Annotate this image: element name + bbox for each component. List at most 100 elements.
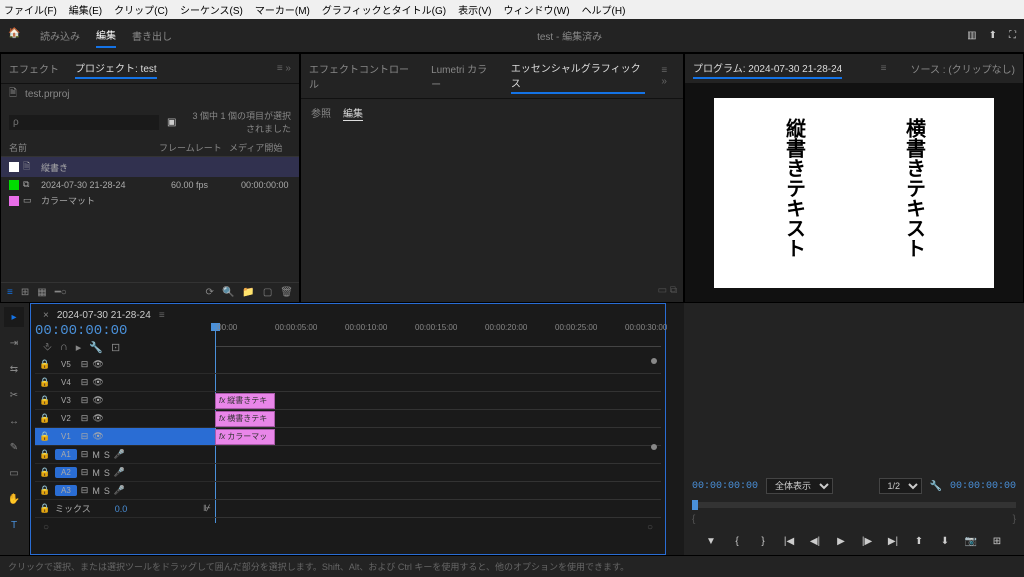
slip-tool-icon[interactable]: ↔ bbox=[4, 411, 24, 431]
pen-tool-icon[interactable]: ✎ bbox=[4, 437, 24, 457]
go-to-out-icon[interactable]: ▶| bbox=[885, 533, 901, 549]
wrench-icon[interactable]: 🔧 bbox=[89, 341, 103, 354]
rectangle-tool-icon[interactable]: ▭ bbox=[4, 463, 24, 483]
zoom-select[interactable]: 全体表示 bbox=[766, 478, 833, 494]
play-icon[interactable]: ▶ bbox=[833, 533, 849, 549]
program-controls: 00:00:00:00 全体表示 1/2 🔧 00:00:00:00 {} ▼ … bbox=[684, 303, 1024, 555]
audio-meter bbox=[666, 303, 684, 555]
bin-item[interactable]: ▭ カラーマット bbox=[1, 192, 299, 209]
extract-icon[interactable]: ⬇ bbox=[937, 533, 953, 549]
tab-effect-controls[interactable]: エフェクトコントロール bbox=[309, 59, 415, 93]
tab-program[interactable]: プログラム: 2024-07-30 21-28-24 bbox=[693, 58, 842, 79]
menu-graphics[interactable]: グラフィックとタイトル(G) bbox=[322, 2, 446, 17]
new-layer-icon[interactable]: ▭ bbox=[658, 285, 667, 296]
program-time-duration: 00:00:00:00 bbox=[950, 481, 1016, 492]
menu-sequence[interactable]: シーケンス(S) bbox=[180, 2, 243, 17]
sequence-tab[interactable]: 2024-07-30 21-28-24 bbox=[57, 310, 151, 321]
tab-lumetri[interactable]: Lumetri カラー bbox=[431, 59, 495, 93]
resolution-select[interactable]: 1/2 bbox=[879, 478, 922, 494]
menu-file[interactable]: ファイル(F) bbox=[4, 2, 57, 17]
timeline-playhead-time[interactable]: 00:00:00:00 bbox=[35, 323, 215, 339]
col-name[interactable]: 名前 bbox=[9, 141, 159, 154]
track-a1-header[interactable]: 🔒A1⊟MS🎤 bbox=[35, 446, 215, 464]
snap-icon[interactable]: ⎀ bbox=[43, 341, 52, 354]
hand-tool-icon[interactable]: ✋ bbox=[4, 489, 24, 509]
selection-info: 3 個中 1 個の項目が選択されました bbox=[184, 109, 291, 135]
export-frame-icon[interactable]: 📷 bbox=[963, 533, 979, 549]
col-fps[interactable]: フレームレート bbox=[159, 141, 229, 154]
icon-view-icon[interactable]: ⊞ bbox=[21, 287, 29, 298]
menu-clip[interactable]: クリップ(C) bbox=[114, 2, 168, 17]
link-icon[interactable]: ∩ bbox=[60, 341, 68, 354]
compare-icon[interactable]: ⊞ bbox=[989, 533, 1005, 549]
share-icon[interactable]: ⬆ bbox=[989, 30, 997, 41]
tab-effects[interactable]: エフェクト bbox=[9, 59, 59, 78]
selection-tool-icon[interactable]: ▸ bbox=[4, 307, 24, 327]
clip[interactable]: fxカラーマッ bbox=[215, 429, 275, 445]
bin-item[interactable]: ⧉ 2024-07-30 21-28-24 60.00 fps 00:00:00… bbox=[1, 177, 299, 192]
list-view-icon[interactable]: ≡ bbox=[7, 287, 13, 298]
auto-match-icon[interactable]: ⟳ bbox=[206, 287, 214, 298]
menu-edit[interactable]: 編集(E) bbox=[69, 2, 102, 17]
program-viewport[interactable]: 縦書きテキスト 横書きテキスト bbox=[685, 84, 1023, 302]
project-file-icon: 🗎 bbox=[9, 86, 17, 103]
tab-source[interactable]: ソース : (クリップなし) bbox=[911, 59, 1016, 78]
menu-help[interactable]: ヘルプ(H) bbox=[582, 2, 626, 17]
tab-export[interactable]: 書き出し bbox=[132, 24, 172, 47]
tab-edit[interactable]: 編集 bbox=[96, 23, 116, 48]
col-start[interactable]: メディア開始 bbox=[229, 141, 282, 154]
scrub-bar[interactable] bbox=[692, 502, 1016, 508]
filter-icon[interactable]: ▣ bbox=[167, 117, 176, 128]
type-tool-icon[interactable]: T bbox=[4, 515, 24, 535]
track-a3-header[interactable]: 🔒A3⊟MS🎤 bbox=[35, 482, 215, 500]
home-icon[interactable]: 🏠 bbox=[8, 28, 24, 44]
menu-marker[interactable]: マーカー(M) bbox=[255, 2, 310, 17]
sync-icon[interactable]: ▥ bbox=[967, 30, 976, 41]
step-back-icon[interactable]: ◀| bbox=[807, 533, 823, 549]
menu-view[interactable]: 表示(V) bbox=[458, 2, 491, 17]
freeform-icon[interactable]: ▦ bbox=[37, 287, 46, 298]
marker-tool-icon[interactable]: ▸ bbox=[76, 341, 82, 354]
track-a2-header[interactable]: 🔒A2⊟MS🎤 bbox=[35, 464, 215, 482]
clip[interactable]: fx縦書きテキ bbox=[215, 393, 275, 409]
track-v1-header[interactable]: 🔒V1⊟👁 bbox=[35, 428, 215, 446]
timeline-panel: × 2024-07-30 21-28-24 ≡ 00:00:00:00 ⎀ ∩ … bbox=[30, 303, 666, 555]
track-select-tool-icon[interactable]: ⇥ bbox=[4, 333, 24, 353]
settings-icon[interactable]: ⊡ bbox=[111, 341, 120, 354]
fullscreen-icon[interactable]: ⛶ bbox=[1009, 30, 1016, 41]
preview-text-left: 縦書きテキスト bbox=[780, 118, 809, 258]
group-icon[interactable]: ⧉ bbox=[670, 285, 677, 296]
out-point-icon[interactable]: } bbox=[755, 533, 771, 549]
status-bar: クリックで選択、または選択ツールをドラッグして囲んだ部分を選択します。Shift… bbox=[0, 555, 1024, 577]
subtab-edit[interactable]: 編集 bbox=[343, 105, 363, 121]
step-forward-icon[interactable]: |▶ bbox=[859, 533, 875, 549]
in-point-icon[interactable]: { bbox=[729, 533, 745, 549]
zoom-slider[interactable]: ━○ bbox=[55, 287, 67, 298]
new-bin-icon[interactable]: 📁 bbox=[242, 287, 254, 298]
lift-icon[interactable]: ⬆ bbox=[911, 533, 927, 549]
delete-icon[interactable]: 🗑 bbox=[280, 287, 293, 298]
track-v3-header[interactable]: 🔒V3⊟👁 bbox=[35, 392, 215, 410]
go-to-in-icon[interactable]: |◀ bbox=[781, 533, 797, 549]
razor-tool-icon[interactable]: ✂ bbox=[4, 385, 24, 405]
track-mix-header[interactable]: 🔒ミックス0.0⊮ bbox=[35, 500, 215, 518]
clip[interactable]: fx横書きテキ bbox=[215, 411, 275, 427]
bin-item[interactable]: 🗎 縦書き bbox=[1, 157, 299, 177]
tab-project[interactable]: プロジェクト: test bbox=[75, 58, 157, 79]
program-time-current[interactable]: 00:00:00:00 bbox=[692, 481, 758, 492]
track-v2-header[interactable]: 🔒V2⊟👁 bbox=[35, 410, 215, 428]
marker-icon[interactable]: ▼ bbox=[703, 533, 719, 549]
project-panel: エフェクト プロジェクト: test ≡ » 🗎 test.prproj ▣ 3… bbox=[0, 53, 300, 303]
menu-window[interactable]: ウィンドウ(W) bbox=[503, 2, 569, 17]
new-item-icon[interactable]: ▢ bbox=[263, 287, 272, 298]
subtab-browse[interactable]: 参照 bbox=[311, 105, 331, 121]
ripple-tool-icon[interactable]: ⇆ bbox=[4, 359, 24, 379]
track-v5-header[interactable]: 🔒V5⊟👁 bbox=[35, 356, 215, 374]
item-sequence-icon: ⧉ bbox=[23, 179, 37, 190]
search-input[interactable] bbox=[9, 115, 159, 130]
settings-icon[interactable]: 🔧 bbox=[930, 481, 942, 492]
tab-essential-graphics[interactable]: エッセンシャルグラフィックス bbox=[511, 58, 646, 94]
tab-import[interactable]: 読み込み bbox=[40, 24, 80, 47]
find-icon[interactable]: 🔍 bbox=[222, 287, 234, 298]
track-v4-header[interactable]: 🔒V4⊟👁 bbox=[35, 374, 215, 392]
